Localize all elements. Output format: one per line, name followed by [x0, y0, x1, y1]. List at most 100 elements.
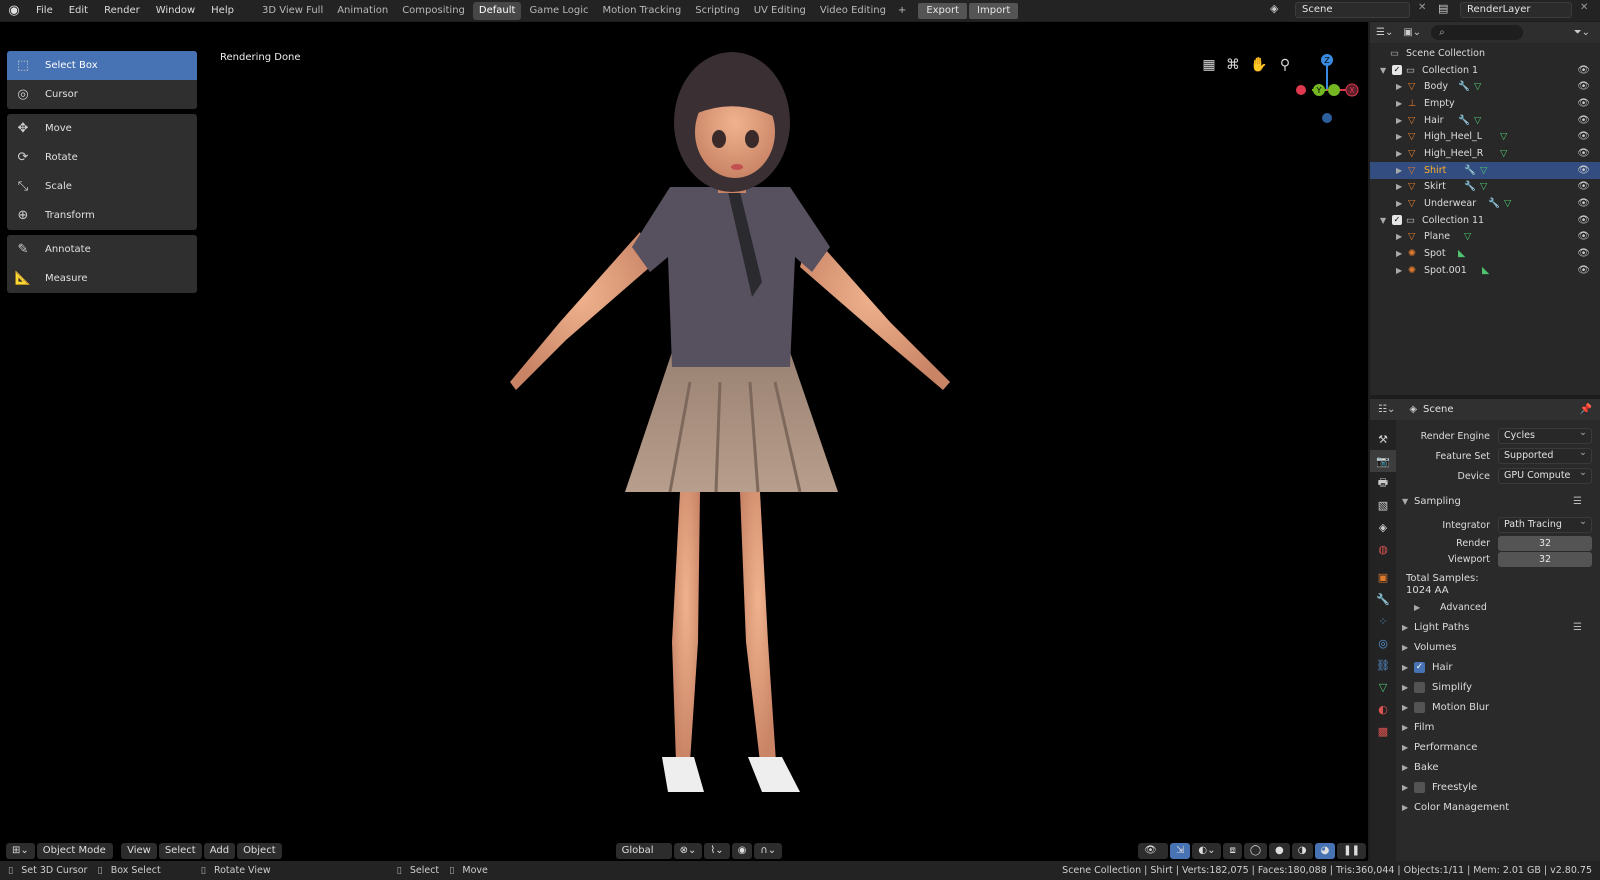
- film-panel[interactable]: ▶ Film: [1396, 717, 1600, 737]
- constraints-tab-icon[interactable]: ⛓: [1370, 654, 1396, 676]
- mesh-data-icon[interactable]: ▽: [1500, 131, 1507, 142]
- gizmo-toggle-icon[interactable]: ⇲: [1169, 843, 1191, 859]
- gizmo-x-negative[interactable]: [1296, 85, 1306, 95]
- filter-icon[interactable]: ⏷⌄: [1574, 27, 1590, 38]
- render-tab-icon[interactable]: 📷: [1370, 450, 1396, 472]
- 3d-viewport[interactable]: ⬚ Select Box ◎ Cursor ✥ Move ⟳ Rotate ⤡ Scale…: [0, 22, 1368, 872]
- tool-tab-icon[interactable]: ⚒: [1370, 428, 1396, 450]
- visibility-eye-icon[interactable]: 👁: [1577, 248, 1590, 259]
- view-layer-selector[interactable]: RenderLayer: [1460, 2, 1572, 18]
- scene-icon[interactable]: ◈: [1270, 2, 1286, 18]
- proportional-edit-icon[interactable]: ◉: [731, 843, 753, 859]
- light-data-icon[interactable]: ◣: [1482, 265, 1489, 276]
- visibility-eye-icon[interactable]: 👁: [1577, 98, 1590, 109]
- tool-annotate[interactable]: ✎ Annotate: [7, 235, 197, 264]
- visibility-eye-icon[interactable]: 👁: [1577, 181, 1590, 192]
- orientation-dropdown[interactable]: Global: [615, 843, 672, 859]
- render-engine-dropdown[interactable]: Cycles: [1498, 426, 1592, 444]
- close-scene-icon[interactable]: ✕: [1418, 2, 1426, 13]
- modifier-icon[interactable]: 🔧: [1458, 115, 1470, 126]
- particles-tab-icon[interactable]: ⁘: [1370, 610, 1396, 632]
- grid-toggle-icon[interactable]: ▦: [1198, 54, 1220, 76]
- outliner-object-row[interactable]: ▶ ▽ Skirt 🔧 ▽ 👁: [1370, 179, 1600, 196]
- sampling-panel-header[interactable]: ▼ Sampling ☰: [1396, 491, 1600, 511]
- shading-material-icon[interactable]: ◑: [1291, 843, 1313, 859]
- light-paths-panel[interactable]: ▶ Light Paths ☰: [1396, 617, 1600, 637]
- outliner-object-row[interactable]: ▶ ▽ High_Heel_L ▽ 👁: [1370, 128, 1600, 145]
- modifier-icon[interactable]: 🔧: [1464, 165, 1476, 176]
- presets-list-icon[interactable]: ☰: [1573, 622, 1582, 633]
- freestyle-checkbox[interactable]: [1414, 781, 1425, 793]
- tool-select-box[interactable]: ⬚ Select Box: [7, 51, 197, 80]
- tool-measure[interactable]: 📐 Measure: [7, 264, 197, 293]
- tab-game-logic[interactable]: Game Logic: [523, 2, 594, 20]
- advanced-subpanel[interactable]: ▶ Advanced: [1396, 597, 1600, 617]
- mesh-data-icon[interactable]: ▽: [1504, 198, 1511, 209]
- menu-window[interactable]: Window: [148, 0, 203, 21]
- outliner-object-row[interactable]: ▶ ▽ Body 🔧 ▽ 👁: [1370, 78, 1600, 95]
- data-tab-icon[interactable]: ▽: [1370, 676, 1396, 698]
- pivot-icon[interactable]: ⊗⌄: [673, 843, 703, 859]
- gizmo-z-negative[interactable]: [1322, 113, 1332, 123]
- shading-solid-icon[interactable]: ●: [1269, 843, 1290, 859]
- mesh-data-icon[interactable]: ▽: [1474, 81, 1481, 92]
- blender-logo-icon[interactable]: ◉: [0, 0, 28, 21]
- modifier-icon[interactable]: 🔧: [1458, 81, 1470, 92]
- mesh-data-icon[interactable]: ▽: [1500, 148, 1507, 159]
- collapse-arrow-icon[interactable]: ▶: [1396, 82, 1402, 91]
- collapse-arrow-icon[interactable]: ▶: [1396, 149, 1402, 158]
- outliner-collection-row[interactable]: ▼ ✓ ▭ Collection 11 👁: [1370, 212, 1600, 229]
- overlay-icon[interactable]: ◐⌄: [1192, 843, 1222, 859]
- collapse-arrow-icon[interactable]: ▶: [1396, 199, 1402, 208]
- close-view-layer-icon[interactable]: ✕: [1580, 2, 1588, 13]
- outliner-editor-icon[interactable]: ☰⌄: [1376, 27, 1393, 38]
- visibility-eye-icon[interactable]: 👁: [1577, 81, 1590, 92]
- collection-checkbox[interactable]: ✓: [1392, 65, 1402, 76]
- tool-rotate[interactable]: ⟳ Rotate: [7, 143, 197, 172]
- collapse-arrow-icon[interactable]: ▶: [1396, 99, 1402, 108]
- motion-blur-checkbox[interactable]: [1414, 701, 1425, 713]
- mesh-data-icon[interactable]: ▽: [1480, 181, 1487, 192]
- mesh-data-icon[interactable]: ▽: [1480, 165, 1487, 176]
- shading-rendered-icon[interactable]: ◕: [1314, 843, 1336, 859]
- display-mode-icon[interactable]: ▣⌄: [1403, 27, 1421, 38]
- outliner-object-row[interactable]: ▶ ⊥ Empty 👁: [1370, 95, 1600, 112]
- device-dropdown[interactable]: GPU Compute: [1498, 466, 1592, 484]
- visibility-eye-icon[interactable]: 👁: [1577, 115, 1590, 126]
- visibility-eye-icon[interactable]: 👁: [1577, 231, 1590, 242]
- color-management-panel[interactable]: ▶ Color Management: [1396, 797, 1600, 817]
- tab-motion-tracking[interactable]: Motion Tracking: [597, 2, 688, 20]
- shading-wireframe-icon[interactable]: ◯: [1243, 843, 1268, 859]
- gizmo-y-negative[interactable]: [1328, 84, 1340, 96]
- material-tab-icon[interactable]: ◐: [1370, 698, 1396, 720]
- simplify-panel[interactable]: ▶ Simplify: [1396, 677, 1600, 697]
- outliner-root[interactable]: ▭ Scene Collection: [1370, 45, 1600, 62]
- viewport-samples-field[interactable]: 32: [1498, 551, 1592, 567]
- tab-default[interactable]: Default: [472, 1, 522, 20]
- select-menu[interactable]: Select: [158, 843, 202, 859]
- bake-panel[interactable]: ▶ Bake: [1396, 757, 1600, 777]
- visibility-eye-icon[interactable]: 👁: [1577, 198, 1590, 209]
- render-samples-field[interactable]: 32: [1498, 535, 1592, 551]
- tab-compositing[interactable]: Compositing: [396, 2, 471, 20]
- performance-panel[interactable]: ▶ Performance: [1396, 737, 1600, 757]
- tab-uv-editing[interactable]: UV Editing: [748, 2, 812, 20]
- outliner-object-row[interactable]: ▶ ▽ High_Heel_R ▽ 👁: [1370, 145, 1600, 162]
- add-menu[interactable]: Add: [203, 843, 236, 859]
- outliner-object-row[interactable]: ▶ ✺ Spot.001 ◣ 👁: [1370, 262, 1600, 279]
- collapse-arrow-icon[interactable]: ▶: [1396, 182, 1402, 191]
- outliner-object-row[interactable]: ▶ ▽ Hair 🔧 ▽ 👁: [1370, 112, 1600, 129]
- freestyle-panel[interactable]: ▶ Freestyle: [1396, 777, 1600, 797]
- tool-move[interactable]: ✥ Move: [7, 114, 197, 143]
- falloff-icon[interactable]: ∩⌄: [754, 843, 783, 859]
- mesh-data-icon[interactable]: ▽: [1464, 231, 1471, 242]
- tab-3d-view-full[interactable]: 3D View Full: [256, 2, 329, 20]
- tab-scripting[interactable]: Scripting: [689, 2, 745, 20]
- output-tab-icon[interactable]: 🖶: [1370, 472, 1396, 494]
- expand-arrow-icon[interactable]: ▼: [1380, 216, 1386, 225]
- outliner-object-row[interactable]: ▶ ▽ Plane ▽ 👁: [1370, 229, 1600, 246]
- visibility-eye-icon[interactable]: 👁: [1577, 65, 1590, 76]
- snap-icon[interactable]: ⌇⌄: [704, 843, 730, 859]
- collection-checkbox[interactable]: ✓: [1392, 215, 1402, 226]
- feature-set-dropdown[interactable]: Supported: [1498, 446, 1592, 464]
